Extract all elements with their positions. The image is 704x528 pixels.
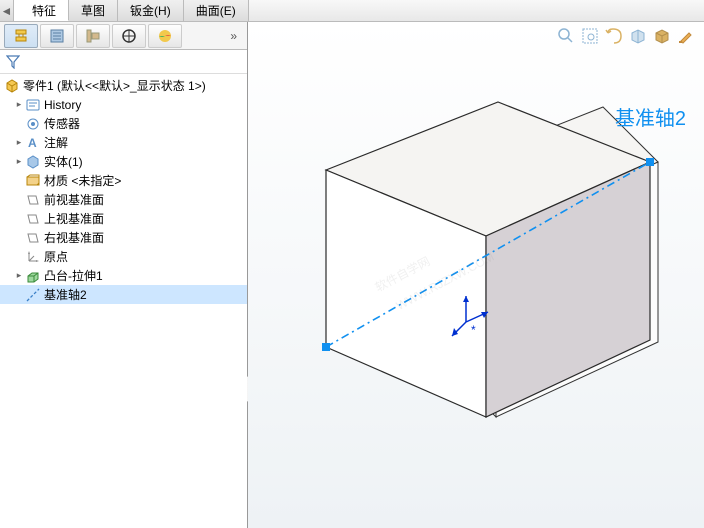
expander-spacer	[14, 252, 24, 262]
origin-icon	[25, 249, 41, 265]
tree-top-plane-label: 上视基准面	[44, 210, 104, 227]
tree-axis2-label: 基准轴2	[44, 286, 87, 303]
manager-tab-strip: »	[0, 22, 247, 50]
annotations-icon: A	[25, 135, 41, 151]
tree-root[interactable]: 零件1 (默认<<默认>_显示状态 1>)	[0, 76, 247, 95]
axis-icon	[25, 287, 41, 303]
tabs-scroll-left[interactable]: ◄	[0, 0, 14, 21]
config-icon	[85, 28, 101, 44]
expander-spacer	[14, 214, 24, 224]
tab-feature[interactable]: 特征	[14, 0, 69, 21]
tree-root-label: 零件1 (默认<<默认>_显示状态 1>)	[23, 77, 206, 94]
tree-history[interactable]: ▸ History	[0, 95, 247, 114]
feature-manager-panel: » 零件1 (默认<<默认>_显示状态 1>) ▸ History 传感器 ▸	[0, 22, 248, 528]
tree-front-plane-label: 前视基准面	[44, 191, 104, 208]
expander-spacer	[14, 290, 24, 300]
sensor-icon	[25, 116, 41, 132]
tree-material[interactable]: 材质 <未指定>	[0, 171, 247, 190]
solid-body-icon	[25, 154, 41, 170]
tree-right-plane-label: 右视基准面	[44, 229, 104, 246]
command-manager-tabs: ◄ 特征 草图 钣金(H) 曲面(E)	[0, 0, 704, 22]
expander-icon[interactable]: ▸	[14, 138, 24, 148]
tree-axis2[interactable]: 基准轴2	[0, 285, 247, 304]
tree-history-label: History	[44, 98, 81, 112]
plane-icon	[25, 211, 41, 227]
tree-sensors[interactable]: 传感器	[0, 114, 247, 133]
tab-surface-label: 曲面(E)	[196, 2, 236, 19]
svg-text:*: *	[471, 323, 476, 337]
tree-extrude-label: 凸台-拉伸1	[44, 267, 103, 284]
tree-bodies[interactable]: ▸ 实体(1)	[0, 152, 247, 171]
tree-annotations-label: 注解	[44, 134, 68, 151]
dimxpert-manager-tab[interactable]	[112, 24, 146, 48]
tab-sheetmetal[interactable]: 钣金(H)	[118, 0, 184, 21]
configuration-manager-tab[interactable]	[76, 24, 110, 48]
render-manager-tab[interactable]	[148, 24, 182, 48]
funnel-icon[interactable]	[6, 55, 20, 69]
tree-right-plane[interactable]: 右视基准面	[0, 228, 247, 247]
plane-icon	[25, 192, 41, 208]
tab-sketch[interactable]: 草图	[69, 0, 118, 21]
tab-sheetmetal-label: 钣金(H)	[130, 2, 171, 19]
tree-sensors-label: 传感器	[44, 115, 80, 132]
feature-tree: 零件1 (默认<<默认>_显示状态 1>) ▸ History 传感器 ▸ A …	[0, 74, 247, 528]
tab-surface[interactable]: 曲面(E)	[184, 0, 249, 21]
dimxpert-icon	[121, 28, 137, 44]
cube-model[interactable]: * 软件自学网 WWW.RJZXW.COM	[248, 22, 704, 528]
render-icon	[157, 28, 173, 44]
expander-icon[interactable]: ▸	[14, 100, 24, 110]
expander-spacer	[14, 176, 24, 186]
svg-text:A: A	[28, 136, 37, 150]
tree-filter-row	[0, 50, 247, 74]
expander-spacer	[14, 233, 24, 243]
tree-origin-label: 原点	[44, 248, 68, 265]
tree-material-label: 材质 <未指定>	[44, 172, 121, 189]
manager-overflow[interactable]: »	[224, 29, 243, 43]
history-icon	[25, 97, 41, 113]
extrude-icon	[25, 268, 41, 284]
expander-spacer	[14, 195, 24, 205]
plane-icon	[25, 230, 41, 246]
material-icon	[25, 173, 41, 189]
axis-annotation[interactable]: 基准轴2	[615, 102, 686, 131]
property-manager-tab[interactable]	[40, 24, 74, 48]
tree-top-plane[interactable]: 上视基准面	[0, 209, 247, 228]
tab-sketch-label: 草图	[81, 2, 105, 19]
property-icon	[49, 28, 65, 44]
tab-feature-label: 特征	[32, 2, 56, 19]
tree-extrude[interactable]: ▸ 凸台-拉伸1	[0, 266, 247, 285]
part-icon	[4, 78, 20, 94]
tree-front-plane[interactable]: 前视基准面	[0, 190, 247, 209]
expander-icon[interactable]: ▸	[14, 271, 24, 281]
expander-icon[interactable]: ▸	[14, 157, 24, 167]
expander-spacer	[14, 119, 24, 129]
feature-tree-icon	[13, 28, 29, 44]
tree-bodies-label: 实体(1)	[44, 153, 83, 170]
tree-origin[interactable]: 原点	[0, 247, 247, 266]
feature-manager-tab[interactable]	[4, 24, 38, 48]
graphics-viewport[interactable]: * 软件自学网 WWW.RJZXW.COM 基准轴2	[248, 22, 704, 528]
tree-annotations[interactable]: ▸ A 注解	[0, 133, 247, 152]
